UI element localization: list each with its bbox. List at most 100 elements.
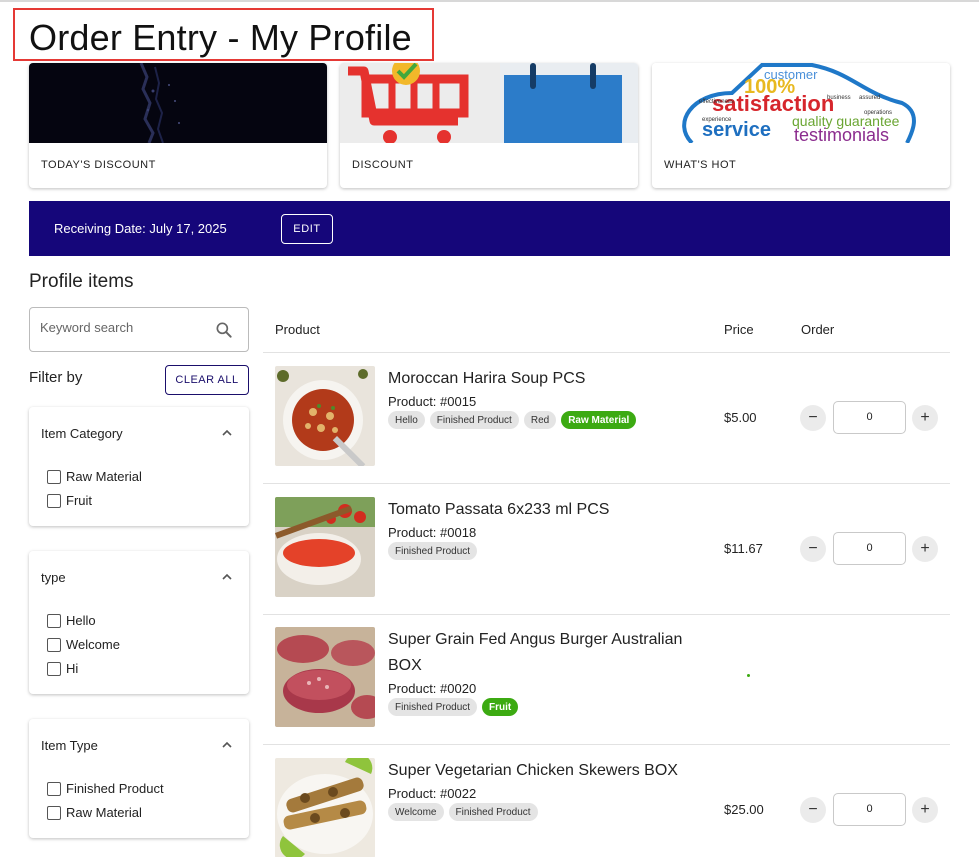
- increment-button[interactable]: +: [912, 536, 938, 562]
- search-icon[interactable]: [214, 320, 234, 340]
- product-tags: Finished Product: [388, 542, 478, 560]
- filter-group-title[interactable]: Item Type: [41, 738, 98, 753]
- row-divider: [263, 614, 950, 615]
- checkbox[interactable]: [47, 613, 61, 628]
- top-divider: [0, 0, 979, 2]
- row-divider: [263, 744, 950, 745]
- increment-button[interactable]: +: [912, 405, 938, 431]
- filter-panel-item-category: Item Category Raw Material Fruit: [29, 407, 249, 526]
- filter-panel-item-type: Item Type Finished Product Raw Material: [29, 719, 249, 838]
- card-label: TODAY'S DISCOUNT: [41, 159, 156, 171]
- wordcloud-word: operations: [864, 110, 892, 116]
- checkbox[interactable]: [47, 637, 61, 652]
- product-name[interactable]: Super Grain Fed Angus Burger Australian …: [388, 627, 698, 679]
- product-image[interactable]: [275, 758, 375, 857]
- card-todays-discount[interactable]: TODAY'S DISCOUNT: [29, 63, 327, 188]
- quantity-input[interactable]: 0: [833, 793, 906, 826]
- row-divider: [263, 483, 950, 484]
- tag-chip-highlight: Fruit: [482, 698, 519, 716]
- option-label: Fruit: [66, 493, 92, 508]
- checkbox[interactable]: [47, 781, 61, 796]
- search-input[interactable]: [40, 320, 200, 335]
- tag-chip-highlight: Raw Material: [561, 411, 637, 429]
- filter-option[interactable]: Fruit: [47, 493, 92, 508]
- filter-option[interactable]: Welcome: [47, 637, 120, 652]
- filter-option[interactable]: Hi: [47, 661, 78, 676]
- product-tags: Hello Finished Product Red Raw Material: [388, 411, 637, 429]
- product-code: Product: #0022: [388, 786, 477, 801]
- quantity-input[interactable]: 0: [833, 532, 906, 565]
- product-price: $11.67: [724, 541, 763, 556]
- product-name[interactable]: Super Vegetarian Chicken Skewers BOX: [388, 758, 698, 784]
- product-tags: Welcome Finished Product: [388, 803, 538, 821]
- wordcloud-word: experience: [702, 117, 732, 123]
- filter-option[interactable]: Raw Material: [47, 805, 142, 820]
- wordcloud-word: assured: [859, 95, 880, 101]
- chevron-up-icon[interactable]: [221, 571, 233, 583]
- wordcloud-word: testimonials: [794, 125, 889, 143]
- tag-chip: Finished Product: [429, 411, 519, 429]
- decrement-button[interactable]: −: [800, 405, 826, 431]
- product-code: Product: #0020: [388, 681, 477, 696]
- product-code: Product: #0018: [388, 525, 477, 540]
- filter-option[interactable]: Raw Material: [47, 469, 142, 484]
- clear-all-button[interactable]: CLEAR ALL: [165, 365, 249, 395]
- section-title: Profile items: [29, 271, 134, 292]
- tag-chip: Red: [523, 411, 557, 429]
- increment-button[interactable]: +: [912, 797, 938, 823]
- product-name[interactable]: Tomato Passata 6x233 ml PCS: [388, 497, 698, 523]
- search-box[interactable]: [29, 307, 249, 352]
- card-label: WHAT'S HOT: [664, 159, 737, 171]
- product-image[interactable]: [275, 627, 375, 727]
- receiving-date-text: Receiving Date: July 17, 2025: [54, 221, 227, 236]
- filter-by-label: Filter by: [29, 369, 83, 386]
- column-header-price: Price: [724, 322, 754, 337]
- plus-icon: +: [920, 801, 930, 818]
- filter-panel-type: type Hello Welcome Hi: [29, 551, 249, 694]
- chevron-up-icon[interactable]: [221, 739, 233, 751]
- wordcloud-word: effectiveness: [699, 99, 734, 105]
- card-image-discount: [340, 63, 638, 143]
- edit-button[interactable]: EDIT: [281, 214, 333, 244]
- column-header-order: Order: [801, 322, 835, 337]
- filter-option[interactable]: Finished Product: [47, 781, 164, 796]
- tag-chip: Welcome: [388, 803, 444, 821]
- row-divider: [263, 352, 950, 353]
- decrement-button[interactable]: −: [800, 797, 826, 823]
- filter-group-title[interactable]: Item Category: [41, 426, 123, 441]
- product-code: Product: #0015: [388, 394, 477, 409]
- page-title: Order Entry - My Profile: [29, 17, 412, 58]
- minus-icon: −: [808, 540, 818, 557]
- receiving-date-banner: Receiving Date: July 17, 2025 EDIT: [29, 201, 950, 256]
- chevron-up-icon[interactable]: [221, 427, 233, 439]
- wordcloud-word: business: [827, 95, 851, 101]
- product-name[interactable]: Moroccan Harira Soup PCS: [388, 366, 698, 392]
- product-image[interactable]: [275, 366, 375, 466]
- card-discount[interactable]: DISCOUNT: [340, 63, 638, 188]
- tag-chip: Finished Product: [388, 542, 478, 560]
- product-tags: Finished Product Fruit: [388, 698, 519, 716]
- tag-chip: Finished Product: [388, 698, 478, 716]
- option-label: Hi: [66, 661, 79, 676]
- filter-option[interactable]: Hello: [47, 613, 96, 628]
- card-whats-hot[interactable]: customer 100% satisfaction quality guara…: [652, 63, 950, 188]
- card-image-whats-hot: customer 100% satisfaction quality guara…: [652, 63, 950, 143]
- checkbox[interactable]: [47, 661, 61, 676]
- product-price: $25.00: [724, 802, 764, 817]
- decrement-button[interactable]: −: [800, 536, 826, 562]
- option-label: Welcome: [66, 637, 120, 652]
- tag-chip: Finished Product: [448, 803, 538, 821]
- option-label: Hello: [66, 613, 96, 628]
- option-label: Raw Material: [66, 469, 142, 484]
- plus-icon: +: [920, 409, 930, 426]
- product-image[interactable]: [275, 497, 375, 597]
- quantity-input[interactable]: 0: [833, 401, 906, 434]
- product-price: $5.00: [724, 410, 757, 425]
- checkbox[interactable]: [47, 805, 61, 820]
- card-label: DISCOUNT: [352, 159, 414, 171]
- checkbox[interactable]: [47, 469, 61, 484]
- checkbox[interactable]: [47, 493, 61, 508]
- minus-icon: −: [808, 409, 818, 426]
- column-header-product: Product: [275, 322, 320, 337]
- filter-group-title[interactable]: type: [41, 570, 66, 585]
